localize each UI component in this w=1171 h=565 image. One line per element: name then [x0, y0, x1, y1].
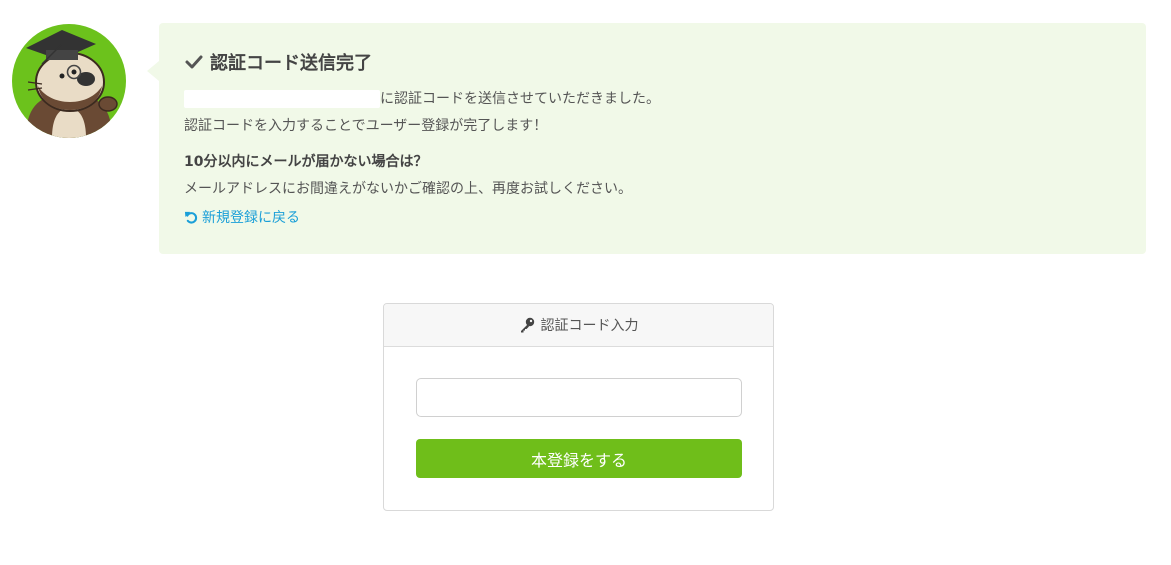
complete-message: 認証コードを入力することでユーザー登録が完了します！ [184, 118, 548, 134]
sent-message: に認証コードを送信させていただきました。 [380, 91, 660, 107]
verification-code-input[interactable] [416, 378, 742, 417]
notice-panel: 認証コード送信完了 に認証コードを送信させていただきました。 認証コードを入力す… [147, 23, 1146, 254]
back-to-signup-link[interactable]: 新規登録に戻る [184, 207, 300, 227]
otter-professor-mascot-icon [12, 24, 126, 138]
card-header: 認証コード入力 [384, 304, 773, 347]
check-icon [185, 55, 203, 69]
notice-title-row: 認証コード送信完了 [184, 49, 1122, 75]
help-heading: 10分以内にメールが届かない場合は？ [184, 154, 428, 170]
otter-professor-avatar [12, 24, 126, 138]
sent-message-row: に認証コードを送信させていただきました。 [184, 90, 1122, 108]
masked-email [184, 90, 380, 108]
notice-title: 認証コード送信完了 [210, 53, 372, 74]
key-icon [520, 317, 534, 333]
back-link-label: 新規登録に戻る [202, 210, 300, 226]
complete-registration-button[interactable]: 本登録をする [416, 439, 742, 478]
help-text: メールアドレスにお間違えがないかご確認の上、再度お試しください。 [184, 181, 632, 197]
card-header-title: 認証コード入力 [540, 318, 639, 334]
undo-icon [184, 211, 198, 224]
verification-code-card: 認証コード入力 本登録をする [383, 303, 774, 511]
